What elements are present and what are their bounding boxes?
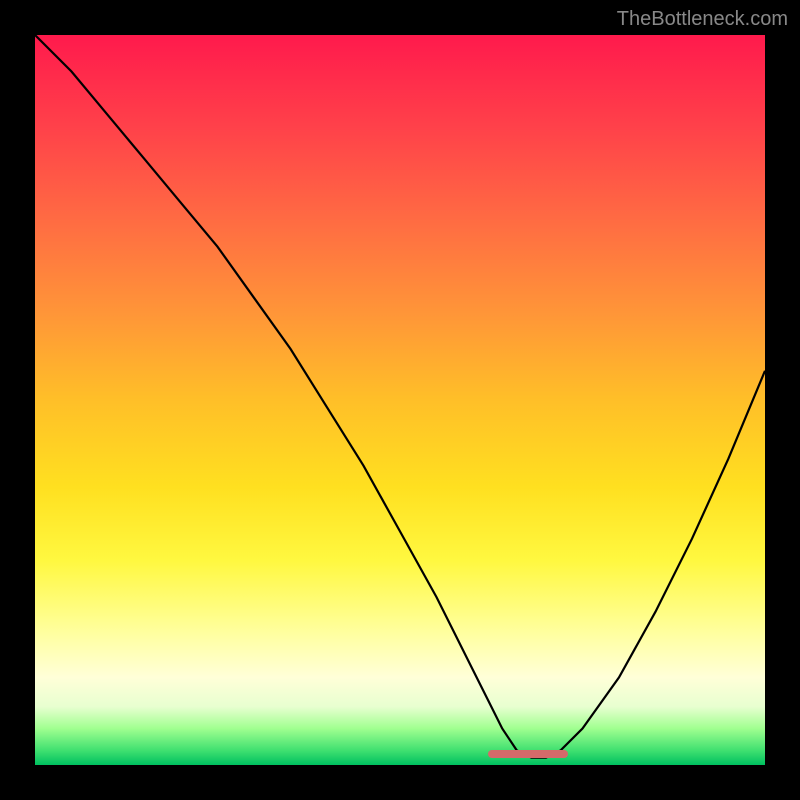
optimal-range-marker [488,750,568,758]
chart-plot-area [35,35,765,765]
watermark-text: TheBottleneck.com [617,8,788,31]
curve-layer [35,35,765,765]
bottleneck-curve [35,35,765,758]
